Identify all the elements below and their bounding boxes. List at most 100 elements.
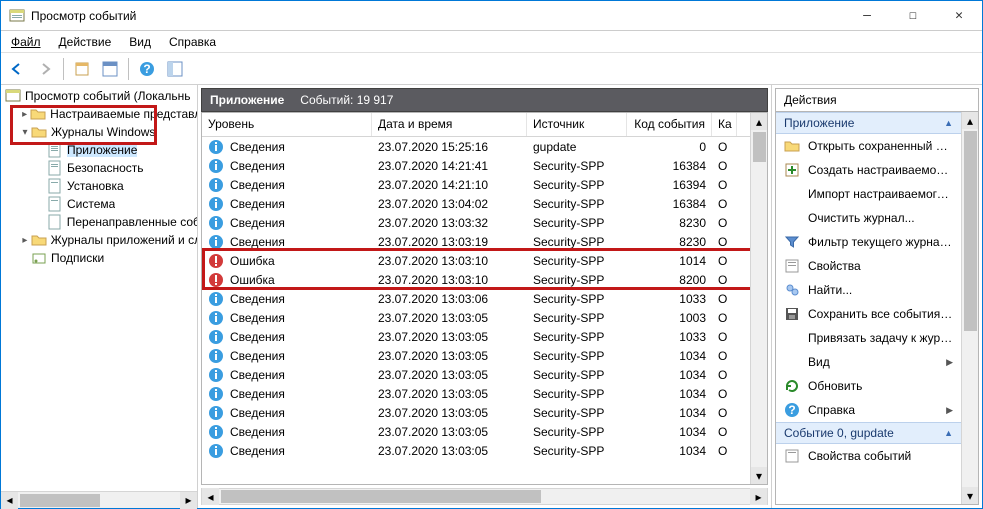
expand-icon[interactable]: ▸ (19, 235, 31, 246)
scroll-down-icon[interactable]: ▾ (751, 467, 767, 484)
event-grid[interactable]: Уровень Дата и время Источник Код событи… (202, 113, 750, 484)
action-event-props[interactable]: Свойства событий (776, 444, 961, 468)
info-icon (208, 215, 224, 231)
show-tree-button[interactable] (70, 57, 94, 81)
cell-source: Security-SPP (527, 196, 627, 212)
expand-icon[interactable]: ▸ (19, 109, 30, 120)
event-count: Событий: 19 917 (300, 93, 393, 107)
action-help[interactable]: ?Справка▶ (776, 398, 961, 422)
tree-h-scrollbar[interactable]: ◂ ▸ (1, 491, 197, 508)
cell-code: 1034 (627, 443, 712, 459)
tree-forwarded[interactable]: Перенаправленные соб (1, 213, 197, 231)
save-icon (784, 306, 800, 322)
minimize-button[interactable]: — (844, 1, 890, 30)
cell-level: Сведения (230, 197, 285, 211)
col-source[interactable]: Источник (527, 113, 627, 136)
action-view[interactable]: Вид▶ (776, 350, 961, 374)
action-filter[interactable]: Фильтр текущего журнал... (776, 230, 961, 254)
action-find[interactable]: Найти... (776, 278, 961, 302)
col-level[interactable]: Уровень (202, 113, 372, 136)
action-create-custom[interactable]: Создать настраиваемое п... (776, 158, 961, 182)
table-row[interactable]: Сведения23.07.2020 14:21:41Security-SPP1… (202, 156, 750, 175)
tree-application[interactable]: Приложение (1, 141, 197, 159)
properties-button[interactable] (98, 57, 122, 81)
scroll-left-icon[interactable]: ◂ (202, 488, 219, 505)
collapse-icon[interactable]: ▲ (944, 118, 953, 128)
table-row[interactable]: Сведения23.07.2020 13:03:05Security-SPP1… (202, 422, 750, 441)
scroll-right-icon[interactable]: ▸ (180, 492, 197, 509)
table-row[interactable]: Сведения23.07.2020 13:03:32Security-SPP8… (202, 213, 750, 232)
grid-body: Сведения23.07.2020 15:25:16gupdate0ОСвед… (202, 137, 750, 460)
log-icon (47, 196, 63, 212)
scroll-up-icon[interactable]: ▴ (962, 112, 978, 129)
cell-category: О (712, 424, 737, 440)
menu-help[interactable]: Справка (165, 33, 220, 51)
tree[interactable]: Просмотр событий (Локальнь ▸ Настраиваем… (1, 85, 197, 491)
col-category[interactable]: Ка (712, 113, 737, 136)
action-properties[interactable]: Свойства (776, 254, 961, 278)
table-row[interactable]: Сведения23.07.2020 13:03:05Security-SPP1… (202, 308, 750, 327)
table-row[interactable]: Сведения23.07.2020 13:03:19Security-SPP8… (202, 232, 750, 251)
help-button[interactable]: ? (135, 57, 159, 81)
col-date[interactable]: Дата и время (372, 113, 527, 136)
close-button[interactable]: ✕ (936, 1, 982, 30)
folder-icon (31, 232, 47, 248)
cell-category: О (712, 367, 737, 383)
table-row[interactable]: Сведения23.07.2020 14:21:10Security-SPP1… (202, 175, 750, 194)
table-row[interactable]: Сведения23.07.2020 13:03:05Security-SPP1… (202, 327, 750, 346)
scroll-right-icon[interactable]: ▸ (750, 488, 767, 505)
event-viewer-window: Просмотр событий — ☐ ✕ Файл Действие Вид… (0, 0, 983, 509)
table-row[interactable]: Сведения23.07.2020 13:03:05Security-SPP1… (202, 346, 750, 365)
scroll-down-icon[interactable]: ▾ (962, 487, 978, 504)
table-row[interactable]: Сведения23.07.2020 13:04:02Security-SPP1… (202, 194, 750, 213)
table-row[interactable]: Ошибка23.07.2020 13:03:10Security-SPP820… (202, 270, 750, 289)
back-button[interactable] (5, 57, 29, 81)
grid-v-scrollbar[interactable]: ▴ ▾ (750, 113, 767, 484)
tree-security[interactable]: Безопасность (1, 159, 197, 177)
table-row[interactable]: Ошибка23.07.2020 13:03:10Security-SPP101… (202, 251, 750, 270)
action-import-custom[interactable]: Импорт настраиваемого... (776, 182, 961, 206)
panes-button[interactable] (163, 57, 187, 81)
maximize-button[interactable]: ☐ (890, 1, 936, 30)
menu-file[interactable]: Файл (7, 33, 45, 51)
table-row[interactable]: Сведения23.07.2020 13:03:06Security-SPP1… (202, 289, 750, 308)
tree-setup[interactable]: Установка (1, 177, 197, 195)
action-save-all[interactable]: Сохранить все события к... (776, 302, 961, 326)
tree-windows-logs[interactable]: ▾ Журналы Windows (1, 123, 197, 141)
actions-pane: Действия Приложение ▲ Открыть сохраненны… (772, 85, 982, 508)
actions-v-scrollbar[interactable]: ▴ ▾ (961, 112, 978, 504)
tree-custom-views[interactable]: ▸ Настраиваемые представле (1, 105, 197, 123)
cell-category: О (712, 348, 737, 364)
action-attach-task[interactable]: Привязать задачу к журн... (776, 326, 961, 350)
menu-action[interactable]: Действие (55, 33, 116, 51)
action-open-saved[interactable]: Открыть сохраненный ж... (776, 134, 961, 158)
table-row[interactable]: Сведения23.07.2020 13:03:05Security-SPP1… (202, 384, 750, 403)
table-row[interactable]: Сведения23.07.2020 13:03:05Security-SPP1… (202, 441, 750, 460)
toolbar: ? (1, 53, 982, 85)
log-icon (47, 142, 63, 158)
table-row[interactable]: Сведения23.07.2020 15:25:16gupdate0О (202, 137, 750, 156)
actions-section-event[interactable]: Событие 0, gupdate ▲ (776, 422, 961, 444)
action-clear-log[interactable]: Очистить журнал... (776, 206, 961, 230)
menu-view[interactable]: Вид (125, 33, 155, 51)
cell-category: О (712, 177, 737, 193)
table-row[interactable]: Сведения23.07.2020 13:03:05Security-SPP1… (202, 365, 750, 384)
grid-h-scrollbar[interactable]: ◂ ▸ (201, 488, 768, 505)
tree-subscriptions[interactable]: Подписки (1, 249, 197, 267)
actions-section-app[interactable]: Приложение ▲ (776, 112, 961, 134)
table-row[interactable]: Сведения23.07.2020 13:03:05Security-SPP1… (202, 403, 750, 422)
tree-app-services[interactable]: ▸ Журналы приложений и сл (1, 231, 197, 249)
scroll-up-icon[interactable]: ▴ (751, 113, 767, 130)
tree-root[interactable]: Просмотр событий (Локальнь (1, 87, 197, 105)
scroll-left-icon[interactable]: ◂ (1, 492, 18, 509)
tree-system[interactable]: Система (1, 195, 197, 213)
forward-button[interactable] (33, 57, 57, 81)
cell-category: О (712, 291, 737, 307)
action-refresh[interactable]: Обновить (776, 374, 961, 398)
info-icon (208, 329, 224, 345)
collapse-icon[interactable]: ▾ (19, 127, 31, 138)
collapse-icon[interactable]: ▲ (944, 428, 953, 438)
cell-category: О (712, 196, 737, 212)
cell-level: Сведения (230, 216, 285, 230)
col-code[interactable]: Код события (627, 113, 712, 136)
